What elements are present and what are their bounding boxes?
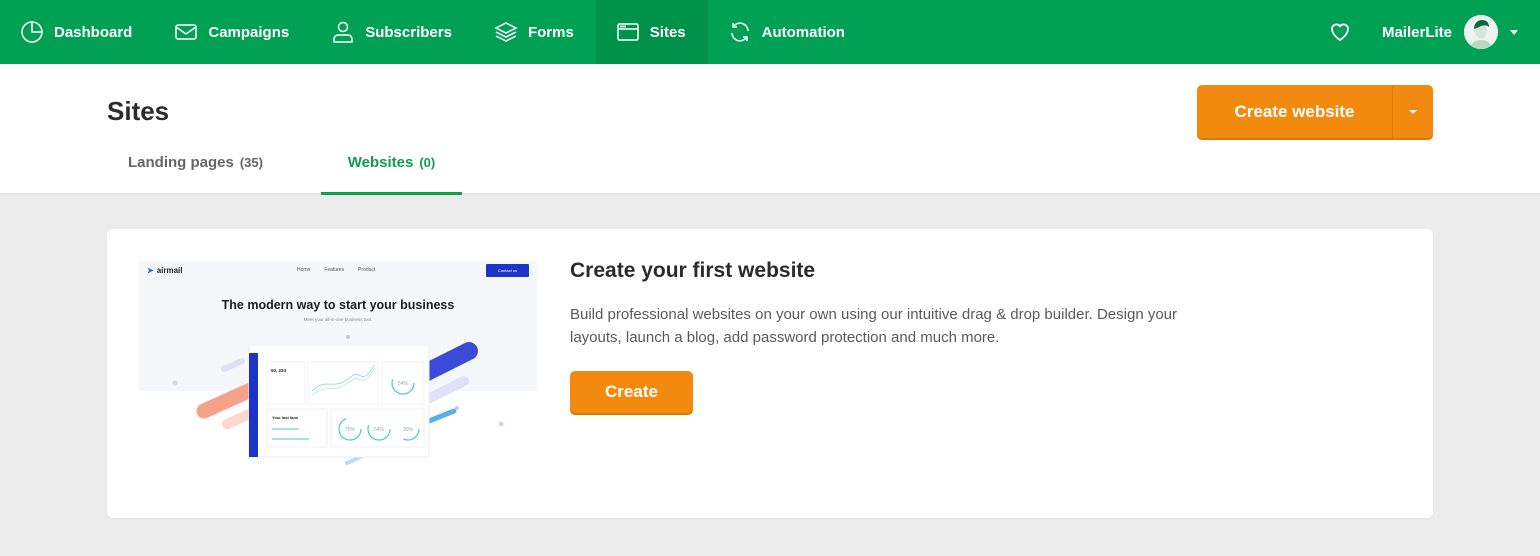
nav-item-label: Forms <box>527 23 574 41</box>
account-menu-caret[interactable] <box>1510 29 1518 35</box>
dashboard-fans-title: Your last fans <box>272 415 299 420</box>
nav-item-sites[interactable]: Sites <box>595 0 708 64</box>
decor-stripe <box>419 376 469 406</box>
avatar[interactable] <box>1464 15 1498 49</box>
layers-icon <box>494 22 518 42</box>
tab-websites[interactable]: Websites (0) <box>321 154 462 195</box>
decor-dot <box>498 421 504 427</box>
decor-dot <box>172 380 178 386</box>
pie-chart-icon <box>21 21 43 43</box>
create-button[interactable]: Create <box>570 371 693 413</box>
page-header: Sites Landing pages (35) Websites (0) Crea… <box>0 64 1540 195</box>
user-icon <box>333 21 353 43</box>
tab-label: Websites <box>347 154 414 171</box>
nav-item-forms[interactable]: Forms <box>474 0 596 64</box>
nav-item-label: Campaigns <box>208 23 290 41</box>
dashboard-chart-card <box>307 361 379 405</box>
account-name[interactable]: MailerLite <box>1382 24 1452 41</box>
decor-stripe <box>426 408 457 424</box>
caret-down-icon <box>1409 109 1417 114</box>
browser-window-icon <box>617 23 639 41</box>
create-website-dropdown-toggle[interactable] <box>1392 85 1433 138</box>
refresh-icon <box>730 22 749 42</box>
create-website-button[interactable]: Create website <box>1197 85 1392 138</box>
empty-state-description: Build professional websites on your own … <box>570 306 1178 346</box>
tab-count: (35) <box>239 155 263 170</box>
nav-item-dashboard[interactable]: Dashboard <box>0 0 154 64</box>
empty-state-title: Create your first website <box>570 259 816 282</box>
heart-icon <box>1331 23 1349 42</box>
decor-dot <box>346 335 350 339</box>
decor-stripe <box>221 358 245 372</box>
nav-item-label: Dashboard <box>54 23 133 41</box>
gauge-label: 70% <box>345 427 356 433</box>
empty-state-text: Create your first website Build professi… <box>570 259 1210 413</box>
favorites-button[interactable] <box>1328 20 1352 44</box>
create-website-split-button: Create website <box>1197 85 1433 138</box>
gauge-label: 30% <box>403 427 414 433</box>
dashboard-stat-value: 50, 234 <box>271 368 287 373</box>
gauge-label: 54% <box>374 427 385 433</box>
tab-label: Landing pages <box>128 154 234 171</box>
nav-right: MailerLite <box>1328 0 1540 64</box>
gauge-label: 54% <box>398 381 409 387</box>
tab-landing-pages[interactable]: Landing pages (35) <box>128 154 263 195</box>
top-navigation: Dashboard Campaigns Subscribers Forms Si… <box>0 0 1540 64</box>
nav-item-campaigns[interactable]: Campaigns <box>154 0 311 64</box>
preview-dashboard-graphic: 50, 234 54% Your last fans 70% 54% 30% <box>172 335 504 465</box>
empty-state-card: ➤ airmail Home Features Product Contact u… <box>107 229 1433 518</box>
nav-item-subscribers[interactable]: Subscribers <box>311 0 474 64</box>
nav-item-automation[interactable]: Automation <box>708 0 867 64</box>
nav-item-label: Automation <box>761 23 845 41</box>
decor-dot <box>455 406 459 410</box>
user-avatar-icon <box>1464 15 1498 49</box>
nav-item-label: Subscribers <box>365 23 452 41</box>
tab-count: (0) <box>419 155 436 170</box>
nav-item-label: Sites <box>649 23 686 41</box>
website-preview-illustration: ➤ airmail Home Features Product Contact u… <box>139 261 537 475</box>
envelope-icon <box>175 24 198 40</box>
page-title: Sites <box>107 96 170 126</box>
dashboard-sidebar <box>249 353 258 457</box>
